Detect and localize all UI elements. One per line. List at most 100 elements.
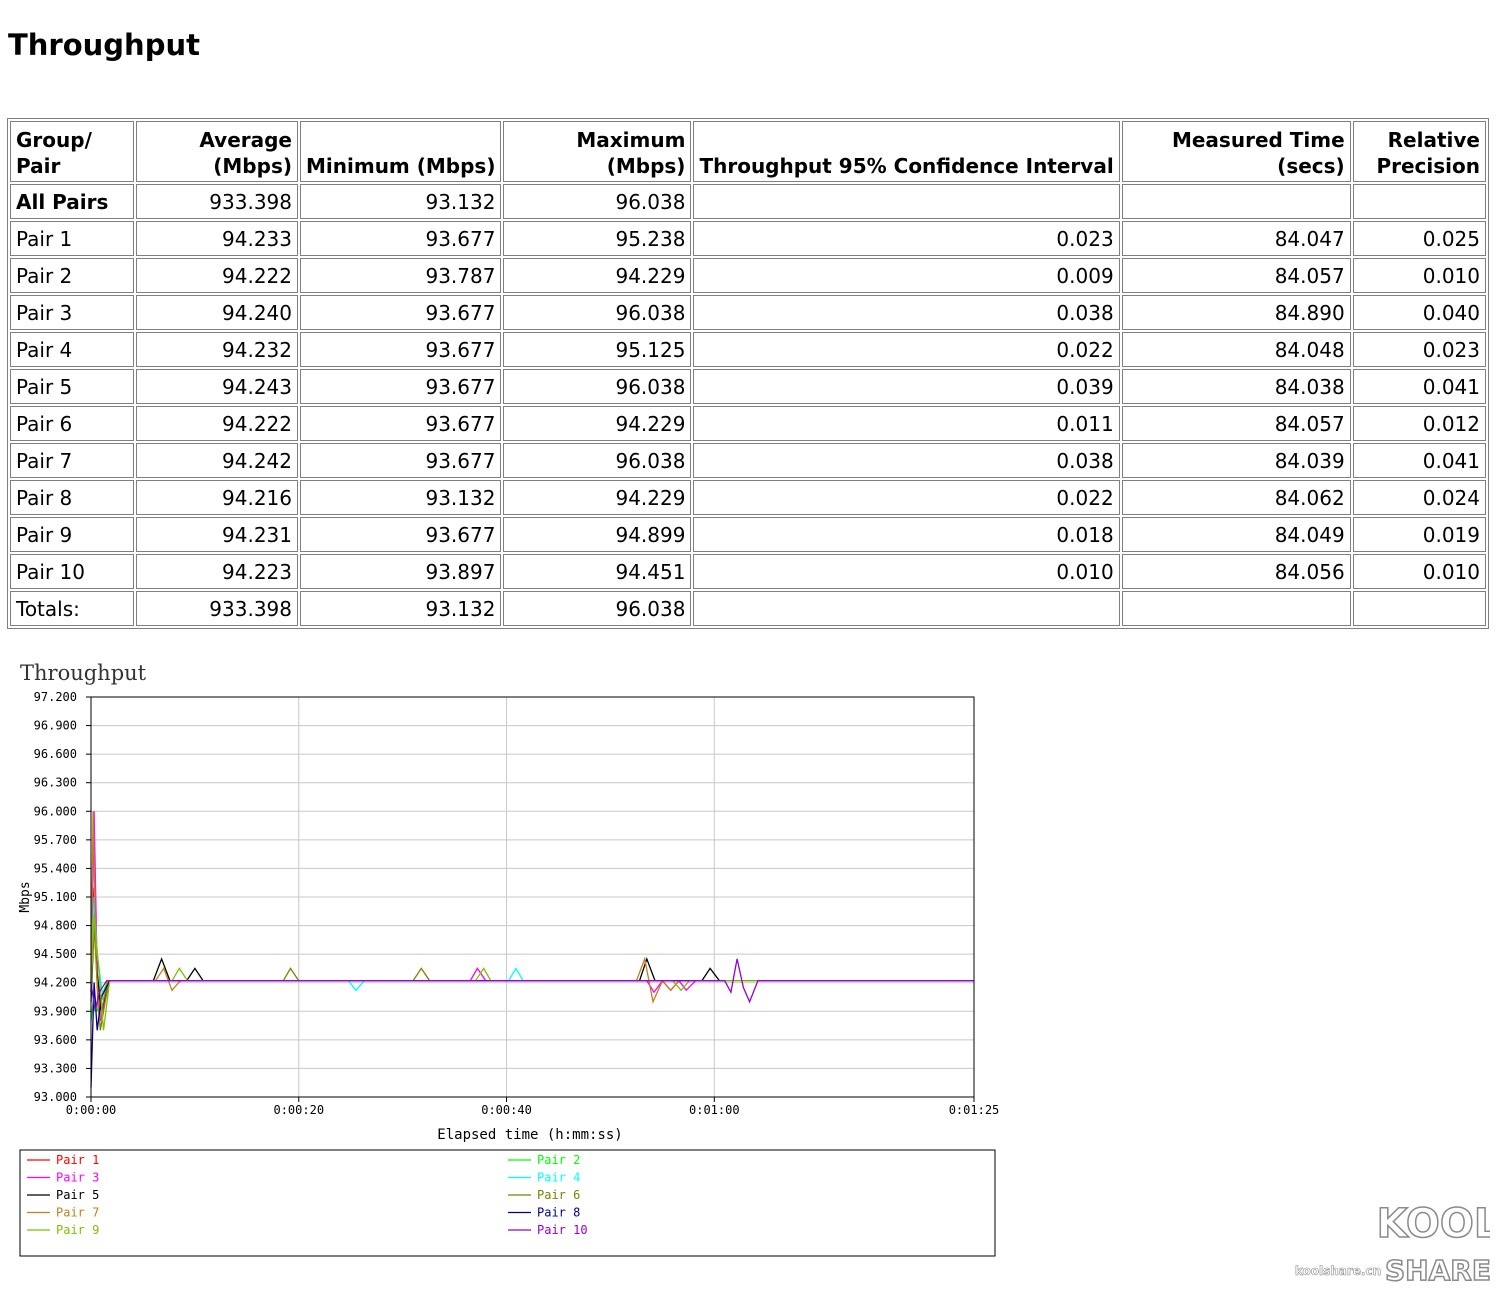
value-cell: 94.243 bbox=[136, 369, 298, 404]
y-axis-label: Mbps bbox=[18, 881, 33, 912]
col-header-group-pair: Group/ Pair bbox=[10, 121, 134, 182]
row-label-cell: Pair 1 bbox=[10, 221, 134, 256]
x-tick-label: 0:00:20 bbox=[273, 1103, 324, 1117]
legend-label: Pair 3 bbox=[56, 1171, 99, 1185]
value-cell: 0.022 bbox=[693, 480, 1120, 515]
row-label-cell: Pair 3 bbox=[10, 295, 134, 330]
series-line-pair-9 bbox=[90, 915, 974, 1031]
y-tick-label: 95.400 bbox=[34, 861, 77, 875]
y-tick-label: 93.300 bbox=[34, 1061, 77, 1075]
col-header-measured-time: Measured Time (secs) bbox=[1121, 121, 1351, 182]
value-cell: 94.451 bbox=[503, 554, 692, 589]
col-header-minimum: Minimum (Mbps) bbox=[300, 121, 502, 182]
table-row: Pair 7 94.242 93.677 96.038 0.038 84.039 0.041 bbox=[10, 443, 1486, 478]
table-row: Totals: 933.398 93.132 96.038 bbox=[10, 591, 1486, 626]
value-cell: 0.011 bbox=[693, 406, 1120, 441]
value-cell: 94.229 bbox=[503, 480, 692, 515]
legend-label: Pair 4 bbox=[537, 1171, 580, 1185]
watermark-site: koolshare.cn bbox=[1295, 1264, 1381, 1278]
value-cell: 0.025 bbox=[1352, 221, 1486, 256]
y-tick-label: 97.200 bbox=[34, 690, 77, 704]
row-label-cell: Pair 8 bbox=[10, 480, 134, 515]
value-cell: 94.222 bbox=[136, 406, 298, 441]
col-header-confidence: Throughput 95% Confidence Interval bbox=[693, 121, 1120, 182]
value-cell: 0.040 bbox=[1352, 295, 1486, 330]
row-label-cell: Pair 9 bbox=[10, 517, 134, 552]
value-cell: 933.398 bbox=[136, 591, 298, 626]
row-label-cell: Pair 5 bbox=[10, 369, 134, 404]
x-axis-label: Elapsed time (h:mm:ss) bbox=[437, 1127, 622, 1143]
row-label-cell: Pair 2 bbox=[10, 258, 134, 293]
value-cell: 0.010 bbox=[1352, 554, 1486, 589]
value-cell: 0.023 bbox=[693, 221, 1120, 256]
value-cell: 93.677 bbox=[300, 369, 502, 404]
value-cell: 94.222 bbox=[136, 258, 298, 293]
y-tick-label: 96.300 bbox=[34, 776, 77, 790]
legend-label: Pair 1 bbox=[56, 1153, 99, 1167]
col-header-maximum: Maximum (Mbps) bbox=[503, 121, 692, 182]
row-label-cell: Totals: bbox=[10, 591, 134, 626]
series-line-pair-8 bbox=[90, 980, 974, 1088]
row-label-cell: Pair 4 bbox=[10, 332, 134, 367]
value-cell: 84.048 bbox=[1121, 332, 1351, 367]
value-cell: 93.677 bbox=[300, 295, 502, 330]
value-cell: 95.238 bbox=[503, 221, 692, 256]
x-tick-label: 0:00:40 bbox=[481, 1103, 532, 1117]
value-cell: 0.038 bbox=[693, 295, 1120, 330]
table-row: Pair 10 94.223 93.897 94.451 0.010 84.056 0.01… bbox=[10, 554, 1486, 589]
value-cell: 96.038 bbox=[503, 295, 692, 330]
x-tick-label: 0:01:25 bbox=[949, 1103, 1000, 1117]
series-line-pair-10 bbox=[90, 958, 974, 1012]
throughput-chart: Throughput 93.000 93.300 93.600 93.900 94.20… bbox=[18, 661, 1000, 1257]
series-line-pair-4 bbox=[90, 896, 974, 1002]
row-label-cell: Pair 7 bbox=[10, 443, 134, 478]
legend-label: Pair 6 bbox=[537, 1188, 580, 1202]
value-cell: 0.019 bbox=[1352, 517, 1486, 552]
series-line-pair-6 bbox=[90, 925, 974, 1031]
value-cell: 0.038 bbox=[693, 443, 1120, 478]
legend-label: Pair 2 bbox=[537, 1153, 580, 1167]
value-cell: 0.024 bbox=[1352, 480, 1486, 515]
koolshare-watermark: KOOL SHARE koolshare.cn bbox=[1295, 1200, 1490, 1288]
value-cell bbox=[1352, 591, 1486, 626]
value-cell: 84.038 bbox=[1121, 369, 1351, 404]
value-cell: 94.899 bbox=[503, 517, 692, 552]
value-cell: 93.677 bbox=[300, 332, 502, 367]
value-cell: 0.041 bbox=[1352, 443, 1486, 478]
value-cell: 93.677 bbox=[300, 517, 502, 552]
value-cell bbox=[693, 184, 1120, 219]
chart-title: Throughput bbox=[20, 661, 147, 685]
table-row: Pair 8 94.216 93.132 94.229 0.022 84.062 0.024 bbox=[10, 480, 1486, 515]
row-label-cell: All Pairs bbox=[10, 184, 134, 219]
value-cell: 96.038 bbox=[503, 184, 692, 219]
legend-label: Pair 10 bbox=[537, 1223, 588, 1237]
y-tick-label: 95.100 bbox=[34, 890, 77, 904]
throughput-table: Group/ Pair Average (Mbps) Minimum (Mbps… bbox=[7, 118, 1489, 629]
value-cell: 96.038 bbox=[503, 591, 692, 626]
value-cell: 95.125 bbox=[503, 332, 692, 367]
value-cell: 94.216 bbox=[136, 480, 298, 515]
value-cell bbox=[1121, 591, 1351, 626]
value-cell: 93.787 bbox=[300, 258, 502, 293]
series-line-pair-2 bbox=[90, 980, 974, 1021]
series-line-pair-3 bbox=[90, 811, 974, 1021]
page-title: Throughput bbox=[8, 28, 200, 62]
y-tick-label: 94.500 bbox=[34, 947, 77, 961]
y-tick-label: 93.600 bbox=[34, 1033, 77, 1047]
value-cell: 0.010 bbox=[1352, 258, 1486, 293]
value-cell: 84.047 bbox=[1121, 221, 1351, 256]
value-cell: 0.039 bbox=[693, 369, 1120, 404]
table-row: Pair 5 94.243 93.677 96.038 0.039 84.038 0.041 bbox=[10, 369, 1486, 404]
value-cell: 94.229 bbox=[503, 406, 692, 441]
series-line-pair-1 bbox=[90, 887, 974, 1012]
table-row: Pair 6 94.222 93.677 94.229 0.011 84.057 0.012 bbox=[10, 406, 1486, 441]
row-label-cell: Pair 10 bbox=[10, 554, 134, 589]
watermark-brand-bottom: SHARE bbox=[1385, 1254, 1490, 1287]
col-header-relative-precision: Relative Precision bbox=[1352, 121, 1486, 182]
value-cell: 96.038 bbox=[503, 369, 692, 404]
value-cell: 0.010 bbox=[693, 554, 1120, 589]
value-cell: 93.677 bbox=[300, 221, 502, 256]
value-cell: 0.022 bbox=[693, 332, 1120, 367]
value-cell: 84.890 bbox=[1121, 295, 1351, 330]
y-tick-label: 96.900 bbox=[34, 719, 77, 733]
